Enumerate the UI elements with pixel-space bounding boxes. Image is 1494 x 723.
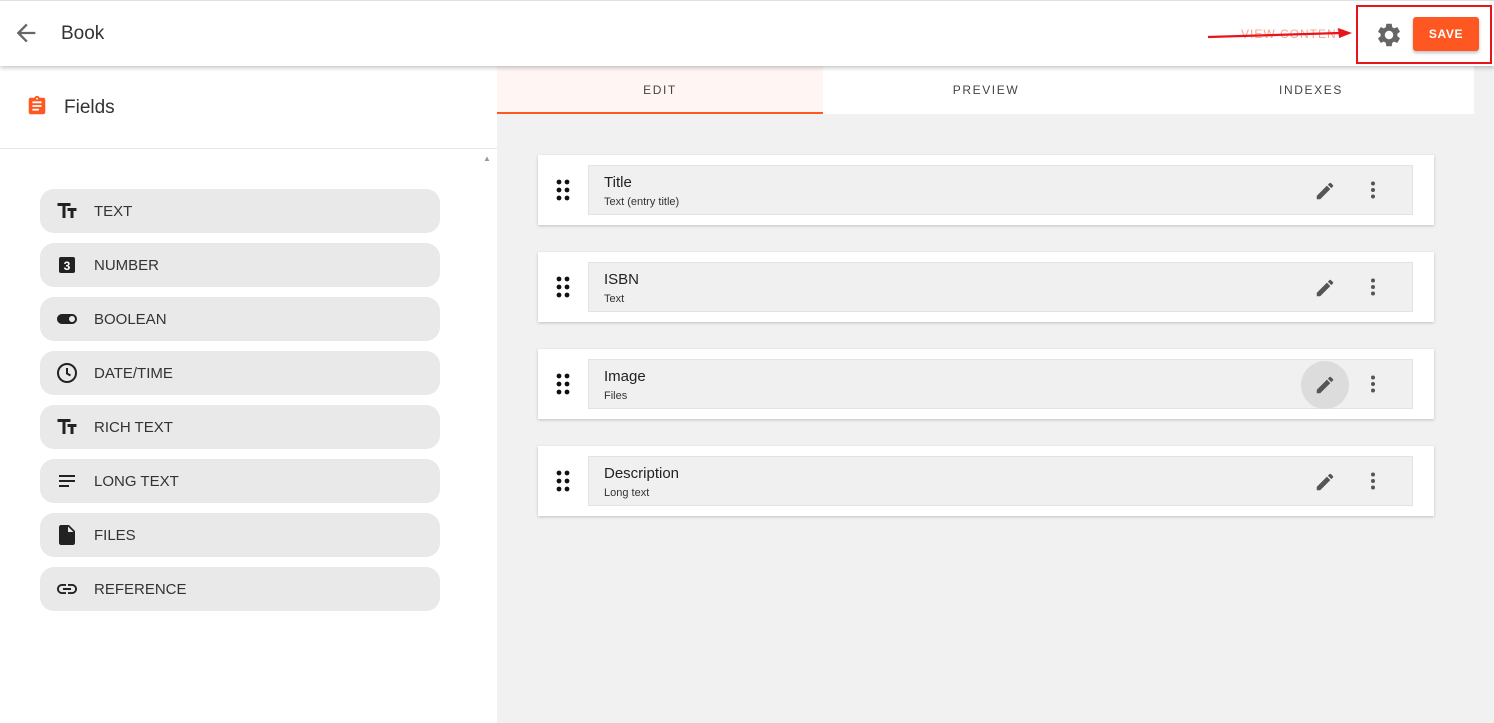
arrow-left-icon: [16, 23, 36, 43]
field-name: ISBN: [604, 271, 640, 288]
settings-button[interactable]: [1375, 21, 1403, 49]
text-format-icon: [57, 203, 77, 218]
field-type-label: FILES: [94, 527, 136, 544]
more-vert-icon[interactable]: [1361, 469, 1385, 493]
edit-field-button[interactable]: [1301, 458, 1349, 506]
field-type-label: NUMBER: [94, 257, 160, 274]
more-vert-icon[interactable]: [1361, 275, 1385, 299]
clock-icon: [57, 363, 77, 383]
field-card: ISBN Text: [538, 252, 1434, 322]
tab-indexes[interactable]: INDEXES: [1148, 66, 1474, 114]
back-button[interactable]: [12, 19, 40, 47]
field-type-reference[interactable]: REFERENCE: [40, 567, 440, 611]
field-name: Description: [604, 465, 680, 482]
field-row: Image Files: [588, 359, 1413, 409]
annotation-arrow: [1207, 28, 1352, 39]
toggle-icon: [57, 314, 77, 324]
tab-preview[interactable]: PREVIEW: [823, 66, 1149, 114]
page-title: Book: [61, 23, 105, 44]
field-type-label: LONG TEXT: [94, 473, 179, 490]
field-type-long-text[interactable]: LONG TEXT: [40, 459, 440, 503]
field-type: Text: [604, 293, 625, 305]
drag-handle-icon[interactable]: [556, 373, 570, 395]
field-type-rich-text[interactable]: RICH TEXT: [40, 405, 440, 449]
pencil-icon: [1316, 473, 1334, 491]
field-type-label: BOOLEAN: [94, 311, 167, 328]
editor-tabs: EDIT PREVIEW INDEXES: [497, 66, 1474, 114]
field-row: Title Text (entry title): [588, 165, 1413, 215]
field-type-label: TEXT: [94, 203, 133, 220]
field-row: ISBN Text: [588, 262, 1413, 312]
field-type: Long text: [604, 487, 650, 499]
field-type: Text (entry title): [604, 196, 680, 208]
link-icon: [57, 584, 77, 594]
svg-text:3: 3: [64, 259, 71, 273]
tab-edit[interactable]: EDIT: [497, 66, 823, 114]
drag-handle-icon[interactable]: [556, 179, 570, 201]
more-vert-icon[interactable]: [1361, 372, 1385, 396]
fields-title: Fields: [64, 97, 115, 118]
top-app-bar: Book VIEW CONTENT SAVE: [0, 0, 1494, 66]
scroll-up-arrow[interactable]: ▲: [483, 154, 491, 163]
drag-handle-icon[interactable]: [556, 470, 570, 492]
field-type-label: REFERENCE: [94, 581, 187, 598]
field-type-files[interactable]: FILES: [40, 513, 440, 557]
field-type-boolean[interactable]: BOOLEAN: [40, 297, 440, 341]
field-name: Title: [604, 174, 632, 191]
scrollbar[interactable]: [1476, 66, 1494, 126]
more-vert-icon[interactable]: [1361, 178, 1385, 202]
field-row: Description Long text: [588, 456, 1413, 506]
edit-field-button[interactable]: [1301, 264, 1349, 312]
field-type-label: DATE/TIME: [94, 365, 173, 382]
pencil-icon: [1316, 182, 1334, 200]
lines-icon: [59, 475, 75, 487]
field-card: Image Files: [538, 349, 1434, 419]
field-type-label: RICH TEXT: [94, 419, 173, 436]
drag-handle-icon[interactable]: [556, 276, 570, 298]
pencil-icon: [1316, 376, 1334, 394]
pencil-icon: [1316, 279, 1334, 297]
edit-field-button[interactable]: [1301, 167, 1349, 215]
text-format-icon: [57, 419, 77, 434]
field-name: Image: [604, 368, 646, 385]
fields-header: Fields: [0, 66, 497, 149]
field-type-number[interactable]: 3 NUMBER: [40, 243, 440, 287]
fields-sidebar: Fields ▲ TEXT 3 NUMBER BOOLEAN DATE/TIME…: [0, 66, 497, 723]
clipboard-icon: [28, 95, 46, 115]
edit-field-button[interactable]: [1301, 361, 1349, 409]
field-card: Title Text (entry title): [538, 155, 1434, 225]
file-icon: [59, 525, 75, 545]
number-box-icon: 3: [59, 257, 75, 273]
field-type-datetime[interactable]: DATE/TIME: [40, 351, 440, 395]
field-type: Files: [604, 390, 628, 402]
field-card: Description Long text: [538, 446, 1434, 516]
save-button[interactable]: SAVE: [1413, 17, 1479, 51]
gear-icon: [1378, 23, 1400, 47]
field-type-text[interactable]: TEXT: [40, 189, 440, 233]
